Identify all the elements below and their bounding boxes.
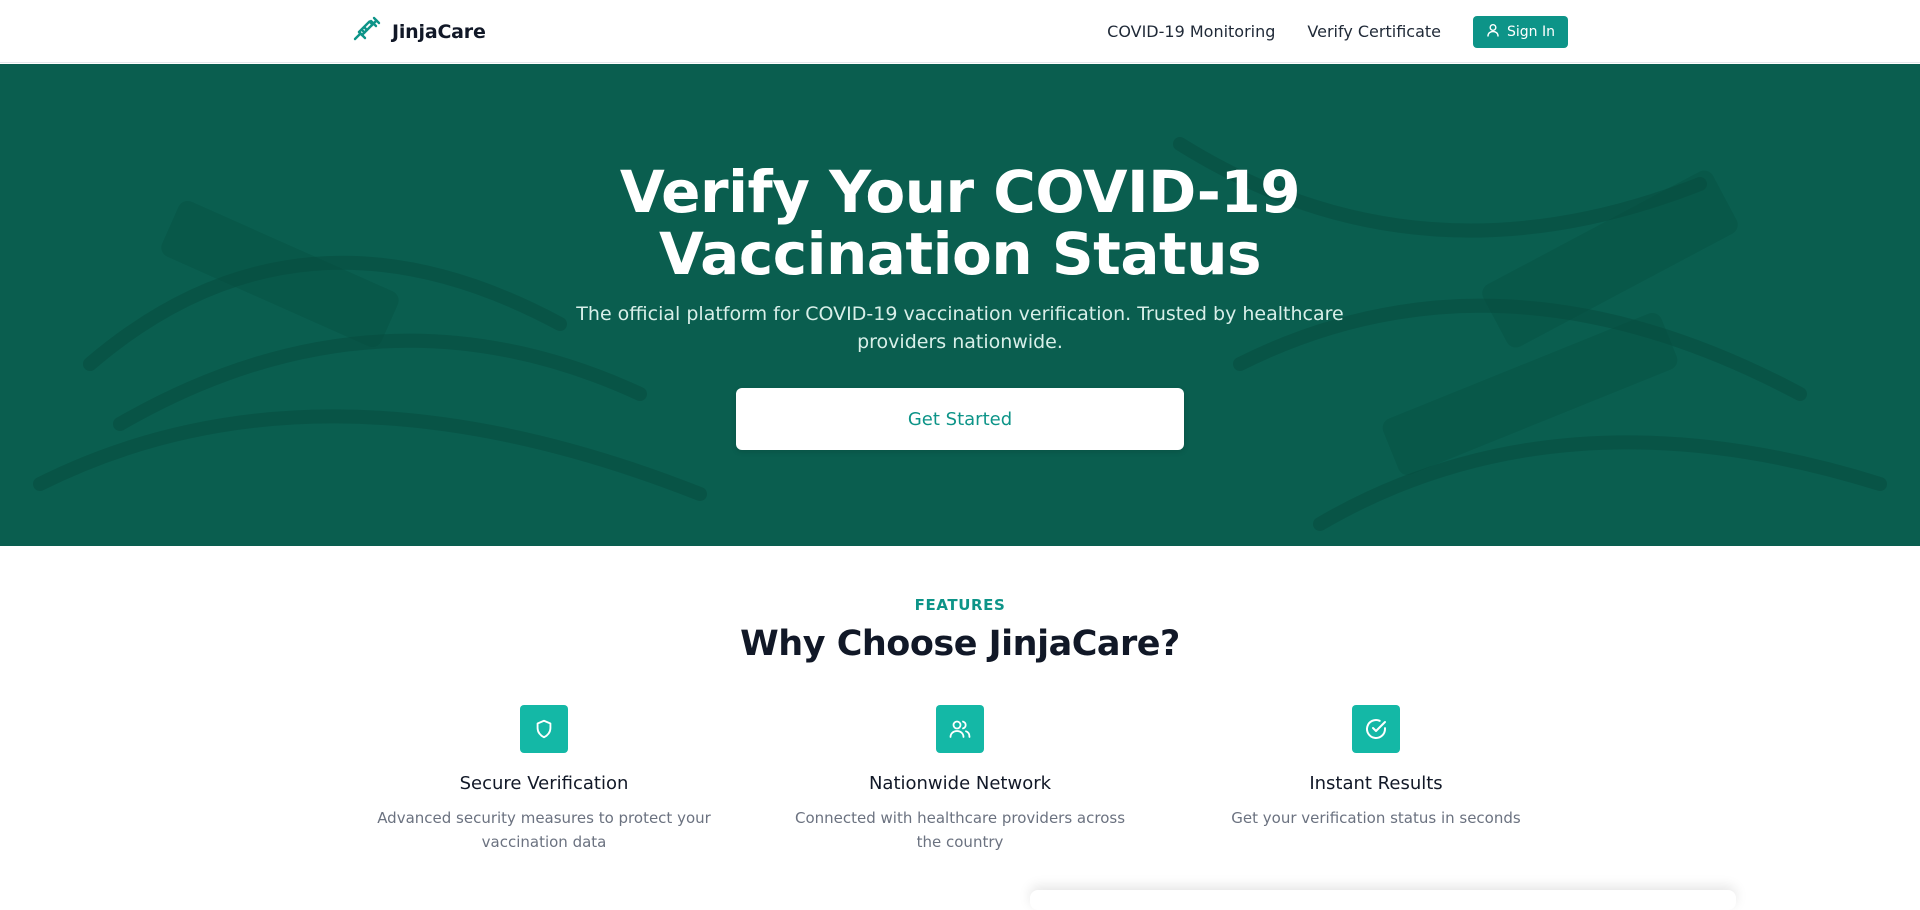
features-heading: Why Choose JinjaCare?	[740, 624, 1180, 664]
feature-title: Secure Verification	[459, 773, 629, 794]
get-started-button[interactable]: Get Started	[736, 388, 1184, 450]
check-circle-icon	[1352, 705, 1400, 753]
feature-card-secure-verification: Secure Verification Advanced security me…	[344, 705, 744, 854]
brand-name: JinjaCare	[392, 21, 486, 43]
hero-title-line-2: Vaccination Status	[658, 220, 1262, 288]
syringe-icon	[352, 15, 382, 49]
user-icon	[1486, 23, 1500, 41]
hero-title-line-1: Verify Your COVID-19	[619, 158, 1301, 226]
hero-subtitle: The official platform for COVID-19 vacci…	[576, 303, 1344, 353]
feature-description: Connected with healthcare providers acro…	[794, 809, 1126, 851]
users-icon	[936, 705, 984, 753]
feature-title: Instant Results	[1309, 773, 1443, 794]
feature-card-instant-results: Instant Results Get your verification st…	[1176, 705, 1576, 830]
brand-logo-link[interactable]: JinjaCare	[352, 15, 486, 49]
sign-in-button[interactable]: Sign In	[1473, 16, 1568, 48]
main-nav: COVID-19 Monitoring Verify Certificate S…	[1107, 16, 1568, 48]
feature-title: Nationwide Network	[868, 773, 1052, 794]
feature-description: Advanced security measures to protect yo…	[377, 809, 711, 851]
nav-covid-monitoring[interactable]: COVID-19 Monitoring	[1107, 16, 1275, 48]
nav-verify-certificate[interactable]: Verify Certificate	[1307, 16, 1441, 48]
top-navigation-bar: JinjaCare COVID-19 Monitoring Verify Cer…	[0, 0, 1920, 63]
shield-icon	[520, 705, 568, 753]
sign-in-label: Sign In	[1507, 24, 1555, 40]
hero-title: Verify Your COVID-19 Vaccination Status	[460, 161, 1460, 285]
features-eyebrow: FEATURES	[914, 596, 1006, 614]
feature-card-nationwide-network: Nationwide Network Connected with health…	[760, 705, 1160, 854]
content-card-edge	[1030, 890, 1736, 910]
feature-description: Get your verification status in seconds	[1231, 809, 1521, 827]
hero-section: Verify Your COVID-19 Vaccination Status …	[0, 64, 1920, 546]
